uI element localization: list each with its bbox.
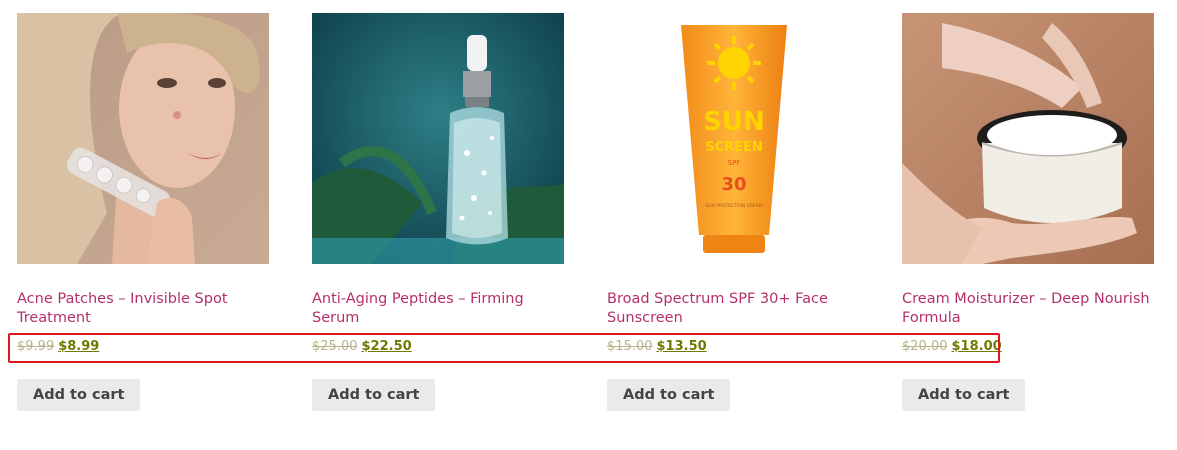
sunscreen-screen-text: SCREEN [705,140,763,155]
regular-price: $20.00 [902,339,948,354]
product-grid: Acne Patches – Invisible Spot Treatment … [17,13,1154,411]
product-title-link[interactable]: Cream Moisturizer – Deep Nourish Formula [902,290,1154,328]
sale-price: $8.99 [58,339,100,354]
regular-price: $25.00 [312,339,358,354]
product-title-link[interactable]: Broad Spectrum SPF 30+ Face Sunscreen [607,290,859,328]
sale-price: $22.50 [361,339,412,354]
product-price: $20.00 $18.00 [902,338,1154,356]
sunscreen-spf-text: SPF [728,159,741,167]
product-title-link[interactable]: Anti-Aging Peptides – Firming Serum [312,290,564,328]
regular-price: $9.99 [17,339,55,354]
product-image[interactable]: SUN SCREEN SPF 30 SUN PROTECTION CREAM [607,13,859,264]
product-card: Cream Moisturizer – Deep Nourish Formula… [902,13,1154,411]
product-price: $15.00 $13.50 [607,338,859,356]
product-price: $25.00 $22.50 [312,338,564,356]
add-to-cart-button[interactable]: Add to cart [17,379,141,411]
sale-price: $13.50 [656,339,707,354]
add-to-cart-button[interactable]: Add to cart [607,379,731,411]
add-to-cart-button[interactable]: Add to cart [312,379,436,411]
product-image[interactable] [312,13,564,264]
product-title-link[interactable]: Acne Patches – Invisible Spot Treatment [17,290,269,328]
sunscreen-sun-text: SUN [703,107,765,137]
product-card: Anti-Aging Peptides – Firming Serum $25.… [312,13,564,411]
sale-price: $18.00 [951,339,1002,354]
sunscreen-small-text: SUN PROTECTION CREAM [705,203,763,209]
product-card: SUN SCREEN SPF 30 SUN PROTECTION CREAM B… [607,13,859,411]
regular-price: $15.00 [607,339,653,354]
product-card: Acne Patches – Invisible Spot Treatment … [17,13,269,411]
sunscreen-spf-value: 30 [721,174,746,195]
product-image[interactable] [902,13,1154,264]
product-price: $9.99 $8.99 [17,338,269,356]
product-image[interactable] [17,13,269,264]
add-to-cart-button[interactable]: Add to cart [902,379,1026,411]
